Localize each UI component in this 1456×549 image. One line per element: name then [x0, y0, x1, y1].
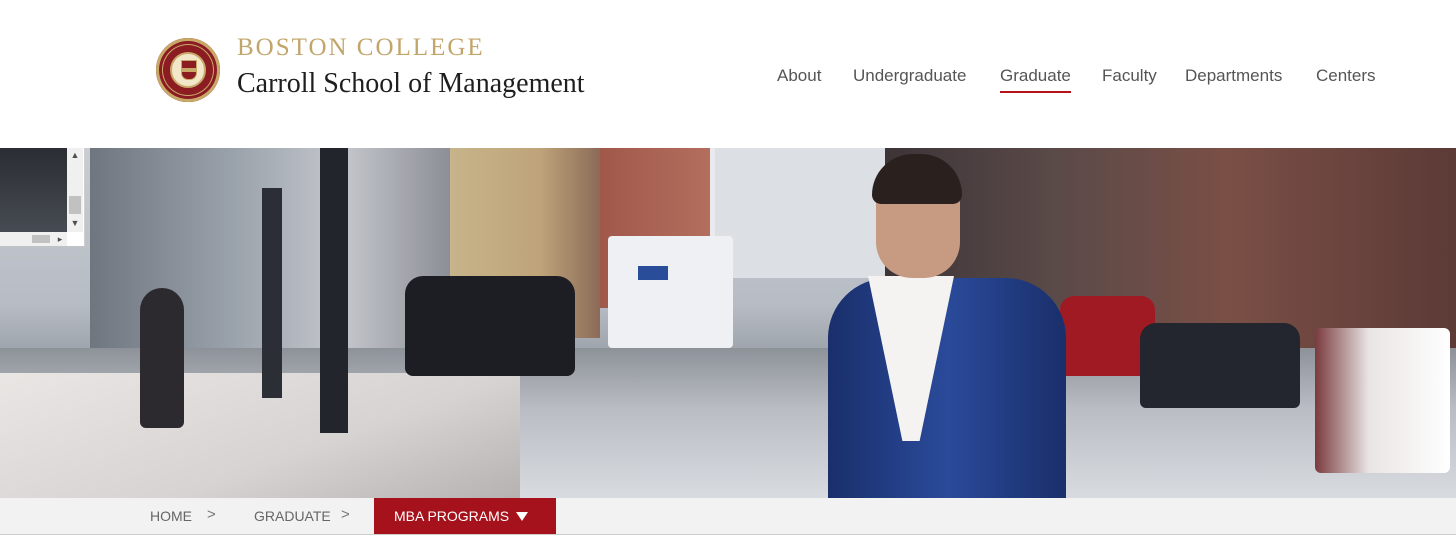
hero-car-dark — [1140, 323, 1300, 408]
breadcrumb-graduate[interactable]: GRADUATE — [254, 508, 331, 524]
scroll-up-icon[interactable]: ▲ — [67, 150, 83, 160]
caret-down-icon — [516, 512, 528, 521]
hero-person-suit — [828, 278, 1066, 498]
scroll-right-icon[interactable]: ▸ — [52, 234, 68, 244]
breadcrumb-separator: > — [341, 506, 350, 523]
nav-centers[interactable]: Centers — [1316, 66, 1376, 86]
hero-building-arches — [715, 148, 885, 278]
brand-name[interactable]: BOSTON COLLEGE — [237, 34, 485, 62]
breadcrumb: HOME > GRADUATE > MBA PROGRAMS — [0, 498, 1456, 535]
nav-graduate[interactable]: Graduate — [1000, 66, 1071, 93]
scroll-down-icon[interactable]: ▼ — [67, 218, 83, 228]
main-nav: About Undergraduate Graduate Faculty Dep… — [0, 66, 1456, 96]
horizontal-scrollbar[interactable]: ▸ — [0, 232, 67, 246]
hero-pedestrian — [140, 288, 184, 428]
hero-sign-pole — [320, 148, 348, 433]
horizontal-scroll-thumb[interactable] — [32, 235, 50, 243]
hero-lamp-post — [262, 188, 282, 398]
hero-car-black — [405, 276, 575, 376]
hero-sidewalk — [0, 373, 520, 498]
nav-undergraduate[interactable]: Undergraduate — [853, 66, 966, 86]
breadcrumb-current-label: MBA PROGRAMS — [394, 508, 510, 524]
vertical-scroll-thumb[interactable] — [69, 196, 81, 214]
breadcrumb-separator: > — [207, 506, 216, 523]
hero-newspaper-box — [1315, 328, 1450, 473]
truck-logo — [638, 266, 668, 280]
scrollable-frame-content — [0, 148, 67, 232]
breadcrumb-home[interactable]: HOME — [150, 508, 192, 524]
nav-faculty[interactable]: Faculty — [1102, 66, 1157, 86]
hero-mail-truck — [608, 236, 733, 348]
breadcrumb-current-dropdown[interactable]: MBA PROGRAMS — [374, 498, 556, 534]
nav-departments[interactable]: Departments — [1185, 66, 1282, 86]
vertical-scrollbar[interactable]: ▲ ▼ — [67, 148, 83, 232]
nav-about[interactable]: About — [777, 66, 821, 86]
hero-image — [0, 148, 1456, 498]
site-header: BOSTON COLLEGE Carroll School of Managem… — [0, 0, 1456, 148]
scrollable-frame[interactable]: ▲ ▼ ▸ — [0, 148, 85, 246]
